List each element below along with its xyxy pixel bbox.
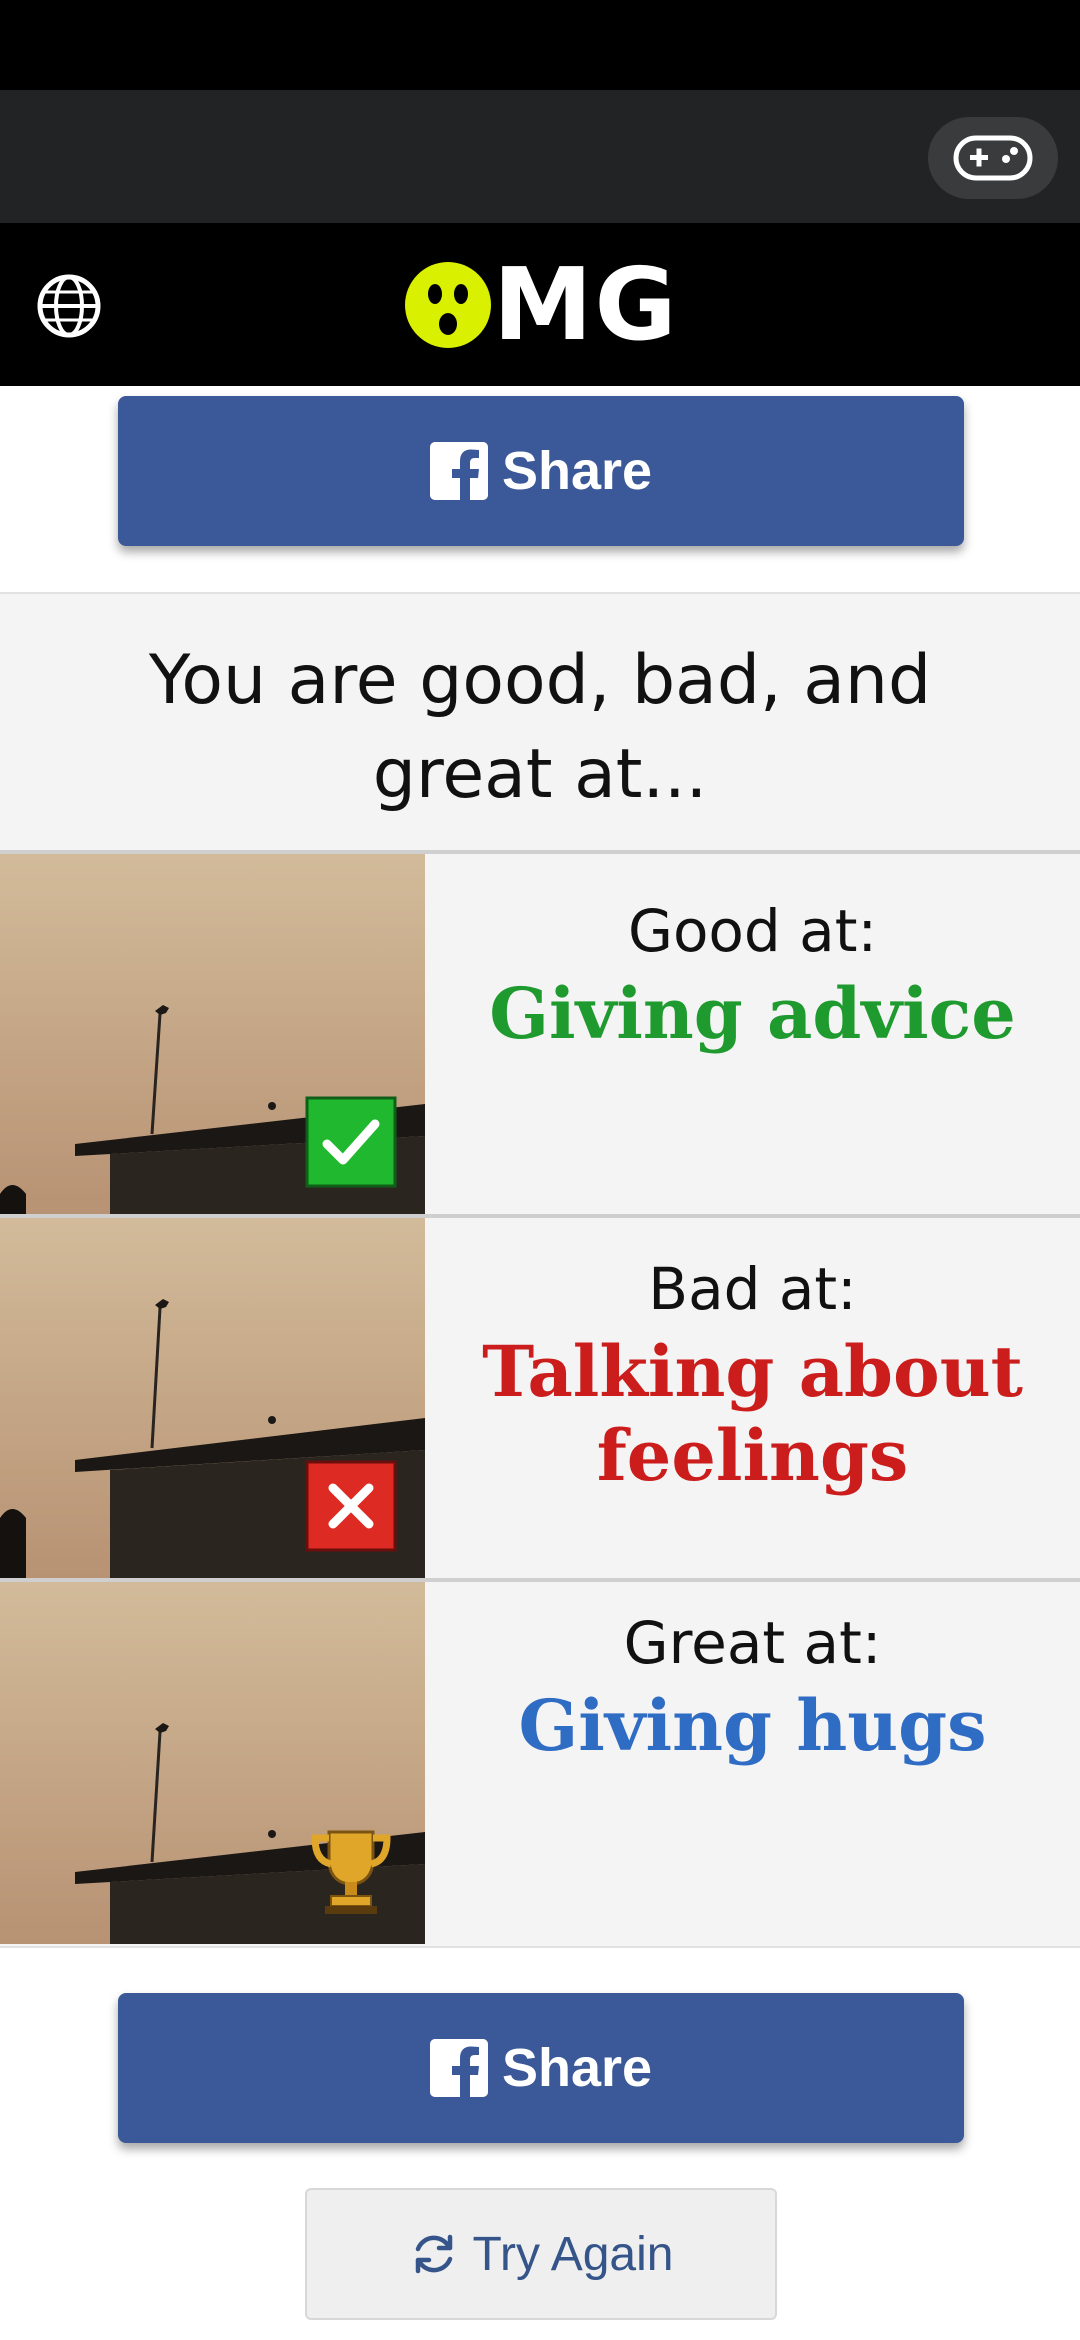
result-title: You are good, bad, and great at...	[148, 641, 932, 814]
app-header: MG	[0, 223, 1080, 386]
gamepad-button[interactable]	[928, 117, 1058, 199]
status-bar	[0, 0, 1080, 90]
result-row-bad: Bad at: Talking about feelings	[0, 1214, 1080, 1580]
language-button[interactable]	[36, 273, 102, 339]
surprised-face-icon	[405, 262, 491, 348]
result-info: Bad at: Talking about feelings	[425, 1218, 1080, 1580]
checkmark-icon	[305, 1096, 397, 1188]
row-heading: Bad at:	[648, 1255, 857, 1323]
omg-logo[interactable]: MG	[405, 246, 679, 363]
game-toolbar	[0, 90, 1080, 223]
try-again-button[interactable]: Try Again	[305, 2188, 777, 2320]
result-card: You are good, bad, and great at... Good …	[0, 592, 1080, 1948]
share-label: Share	[501, 441, 653, 501]
gamepad-icon	[953, 135, 1033, 181]
result-photo	[0, 1582, 425, 1944]
row-heading: Good at:	[628, 897, 877, 965]
row-heading: Great at:	[623, 1609, 882, 1677]
facebook-share-button-top[interactable]: Share	[118, 396, 964, 546]
result-info: Great at: Giving hugs	[425, 1582, 1080, 1944]
globe-icon	[37, 274, 101, 338]
result-row-good: Good at: Giving advice	[0, 850, 1080, 1216]
result-info: Good at: Giving advice	[425, 854, 1080, 1216]
result-photo	[0, 1218, 425, 1580]
row-value: Talking about feelings	[482, 1330, 1023, 1497]
trophy-icon	[305, 1824, 397, 1916]
row-value: Giving advice	[489, 972, 1016, 1055]
logo-text: MG	[493, 246, 679, 363]
refresh-icon	[415, 2234, 452, 2274]
facebook-icon	[429, 2039, 488, 2097]
result-row-great: Great at: Giving hugs	[0, 1578, 1080, 1944]
facebook-share-button-bottom[interactable]: Share	[118, 1993, 964, 2143]
cross-icon	[305, 1460, 397, 1552]
row-value: Giving hugs	[518, 1684, 987, 1767]
result-photo	[0, 854, 425, 1216]
facebook-icon	[429, 442, 488, 500]
try-again-label: Try Again	[472, 2227, 674, 2281]
share-label: Share	[501, 2038, 653, 2098]
